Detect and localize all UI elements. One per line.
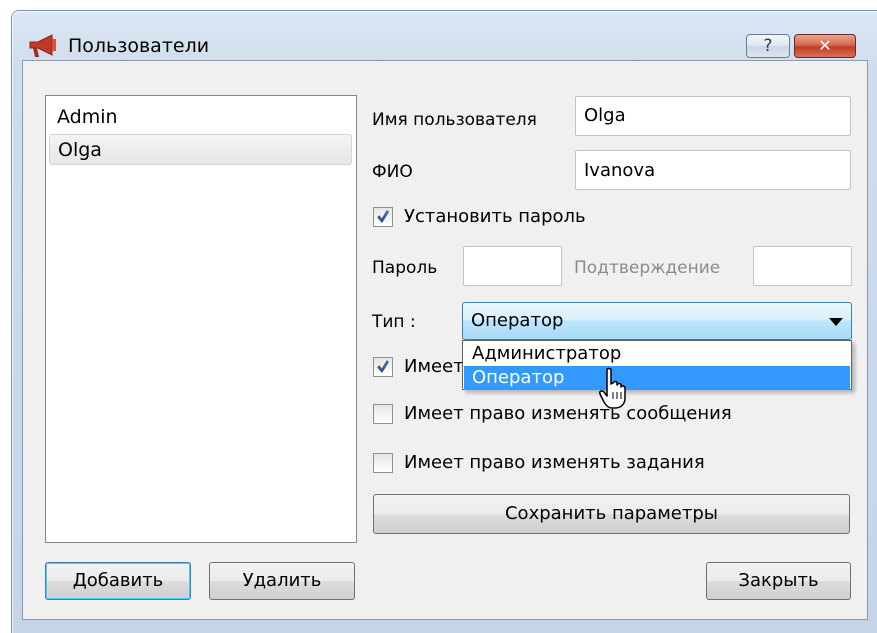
delete-user-button[interactable]: Удалить: [209, 562, 355, 600]
type-dropdown-list[interactable]: Администратор Оператор: [462, 340, 852, 390]
window-title: Пользователи: [68, 35, 210, 57]
perm-edit-messages-checkbox[interactable]: [373, 404, 393, 424]
type-option-highlighted[interactable]: Оператор: [464, 366, 850, 390]
type-combobox-value: Оператор: [471, 310, 564, 331]
perm-edit-tasks-checkbox[interactable]: [373, 453, 393, 473]
type-combobox[interactable]: Оператор: [462, 302, 852, 340]
fullname-input[interactable]: Ivanova: [575, 150, 851, 190]
fullname-label: ФИО: [372, 162, 413, 182]
type-label: Тип :: [372, 312, 416, 332]
perm-edit-tasks-label: Имеет право изменять задания: [404, 452, 705, 473]
user-list-item-selected[interactable]: Olga: [49, 134, 352, 165]
megaphone-icon: [29, 34, 56, 57]
perm-edit-messages-label: Имеет право изменять сообщения: [404, 403, 732, 424]
username-input[interactable]: Olga: [575, 96, 851, 136]
set-password-checkbox[interactable]: [373, 207, 393, 227]
close-dialog-button[interactable]: Закрыть: [706, 562, 851, 600]
hand-pointer-icon: [599, 367, 626, 409]
save-settings-button[interactable]: Сохранить параметры: [373, 494, 850, 534]
user-list-item[interactable]: Admin: [49, 102, 352, 133]
type-option[interactable]: Администратор: [464, 342, 850, 366]
perm-checkbox-1[interactable]: [373, 357, 393, 377]
set-password-label: Установить пароль: [404, 206, 586, 227]
password-input[interactable]: [463, 246, 562, 286]
chevron-down-icon[interactable]: [829, 318, 843, 326]
help-button[interactable]: ?: [746, 34, 790, 58]
confirm-label: Подтверждение: [574, 258, 721, 278]
perm-label-1: Имеет: [404, 356, 464, 377]
confirm-input[interactable]: [753, 246, 852, 286]
add-user-button[interactable]: Добавить: [45, 562, 191, 600]
password-label: Пароль: [372, 258, 438, 278]
user-list[interactable]: Admin Olga: [45, 95, 357, 543]
window-close-button[interactable]: ✕: [794, 34, 856, 58]
username-label: Имя пользователя: [372, 110, 537, 130]
